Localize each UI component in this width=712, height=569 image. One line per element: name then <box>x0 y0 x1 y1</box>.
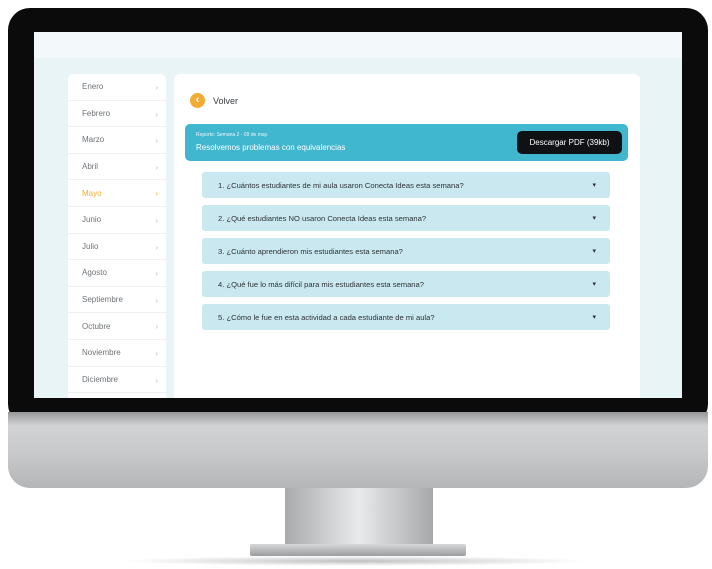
report-panel: ‹ Volver Reporte: Semana 2 - 09 de may. … <box>174 74 640 398</box>
question-accordion-item[interactable]: 1. ¿Cuántos estudiantes de mi aula usaro… <box>202 172 610 198</box>
month-label: Noviembre <box>82 348 121 358</box>
month-sidebar: Enero › Febrero › Marzo › Abril › Mayo › Juni… <box>68 74 166 398</box>
question-accordion-item[interactable]: 4. ¿Qué fue lo más difícil para mis estu… <box>202 271 610 297</box>
chevron-down-icon: ▾ <box>592 215 596 222</box>
sidebar-item-junio[interactable]: Junio › <box>68 207 166 234</box>
chevron-right-icon: › <box>155 83 158 92</box>
question-accordion-item[interactable]: 5. ¿Cómo le fue en esta actividad a cada… <box>202 304 610 330</box>
month-label: Enero <box>82 82 104 92</box>
stand-shadow <box>120 556 590 566</box>
sidebar-item-julio[interactable]: Julio › <box>68 234 166 261</box>
sidebar-item-octubre[interactable]: Octubre › <box>68 313 166 340</box>
chevron-down-icon: ▾ <box>592 182 596 189</box>
screen: Enero › Febrero › Marzo › Abril › Mayo › Juni… <box>34 32 682 398</box>
question-accordion-item[interactable]: 2. ¿Qué estudiantes NO usaron Conecta Id… <box>202 205 610 231</box>
chevron-down-icon: ▾ <box>592 314 596 321</box>
report-kicker: Reporte: Semana 2 - 09 de may. <box>196 132 269 138</box>
chin-shadow <box>8 412 708 426</box>
month-label: Agosto <box>82 268 107 278</box>
sidebar-item-agosto[interactable]: Agosto › <box>68 260 166 287</box>
chevron-right-icon: › <box>155 269 158 279</box>
month-label: Septiembre <box>82 295 123 305</box>
question-text: 1. ¿Cuántos estudiantes de mi aula usaro… <box>218 180 464 190</box>
sidebar-item-mayo[interactable]: Mayo › <box>68 180 166 207</box>
questions-accordion: 1. ¿Cuántos estudiantes de mi aula usaro… <box>202 172 610 337</box>
question-text: 5. ¿Cómo le fue en esta actividad a cada… <box>218 312 435 322</box>
sidebar-item-noviembre[interactable]: Noviembre › <box>68 340 166 367</box>
sidebar-item-septiembre[interactable]: Septiembre › <box>68 287 166 314</box>
chevron-down-icon: ▾ <box>592 248 596 255</box>
month-label: Junio <box>82 215 102 225</box>
chevron-right-icon: › <box>155 215 158 225</box>
back-button[interactable]: ‹ Volver <box>190 93 238 108</box>
chevron-right-icon: › <box>155 295 158 305</box>
month-label: Abril <box>82 162 99 172</box>
chevron-right-icon: › <box>155 242 158 252</box>
chevron-right-icon: › <box>155 136 158 146</box>
month-label: Mayo <box>82 188 102 198</box>
monitor-stand <box>285 488 433 546</box>
question-text: 2. ¿Qué estudiantes NO usaron Conecta Id… <box>218 213 427 223</box>
question-accordion-item[interactable]: 3. ¿Cuánto aprendieron mis estudiantes e… <box>202 238 610 264</box>
report-header: Reporte: Semana 2 - 09 de may. Resolvemo… <box>185 124 628 161</box>
question-text: 4. ¿Qué fue lo más difícil para mis estu… <box>218 279 424 289</box>
download-pdf-button[interactable]: Descargar PDF (39kb) <box>517 131 622 154</box>
monitor-stand-base <box>250 544 466 556</box>
sidebar-item-febrero[interactable]: Febrero › <box>68 101 166 128</box>
chevron-right-icon: › <box>155 162 158 172</box>
chevron-right-icon: › <box>155 322 158 332</box>
screen-top-bar <box>34 32 682 58</box>
sidebar-item-abril[interactable]: Abril › <box>68 154 166 181</box>
question-text: 3. ¿Cuánto aprendieron mis estudiantes e… <box>218 246 403 256</box>
arrow-left-icon: ‹ <box>190 93 205 108</box>
sidebar-item-marzo[interactable]: Marzo › <box>68 127 166 154</box>
month-label: Octubre <box>82 321 111 331</box>
sidebar-item-diciembre[interactable]: Diciembre › <box>68 367 166 394</box>
chevron-right-icon: › <box>155 189 158 199</box>
month-label: Febrero <box>82 108 111 118</box>
chevron-right-icon: › <box>155 109 158 119</box>
month-label: Julio <box>82 241 99 251</box>
report-title: Resolvemos problemas con equivalencias <box>196 143 346 152</box>
month-label: Diciembre <box>82 374 119 384</box>
back-label: Volver <box>213 95 239 106</box>
month-label: Marzo <box>82 135 105 145</box>
chevron-right-icon: › <box>155 375 158 385</box>
chevron-right-icon: › <box>155 348 158 358</box>
chevron-down-icon: ▾ <box>592 281 596 288</box>
sidebar-item-enero[interactable]: Enero › <box>68 74 166 101</box>
